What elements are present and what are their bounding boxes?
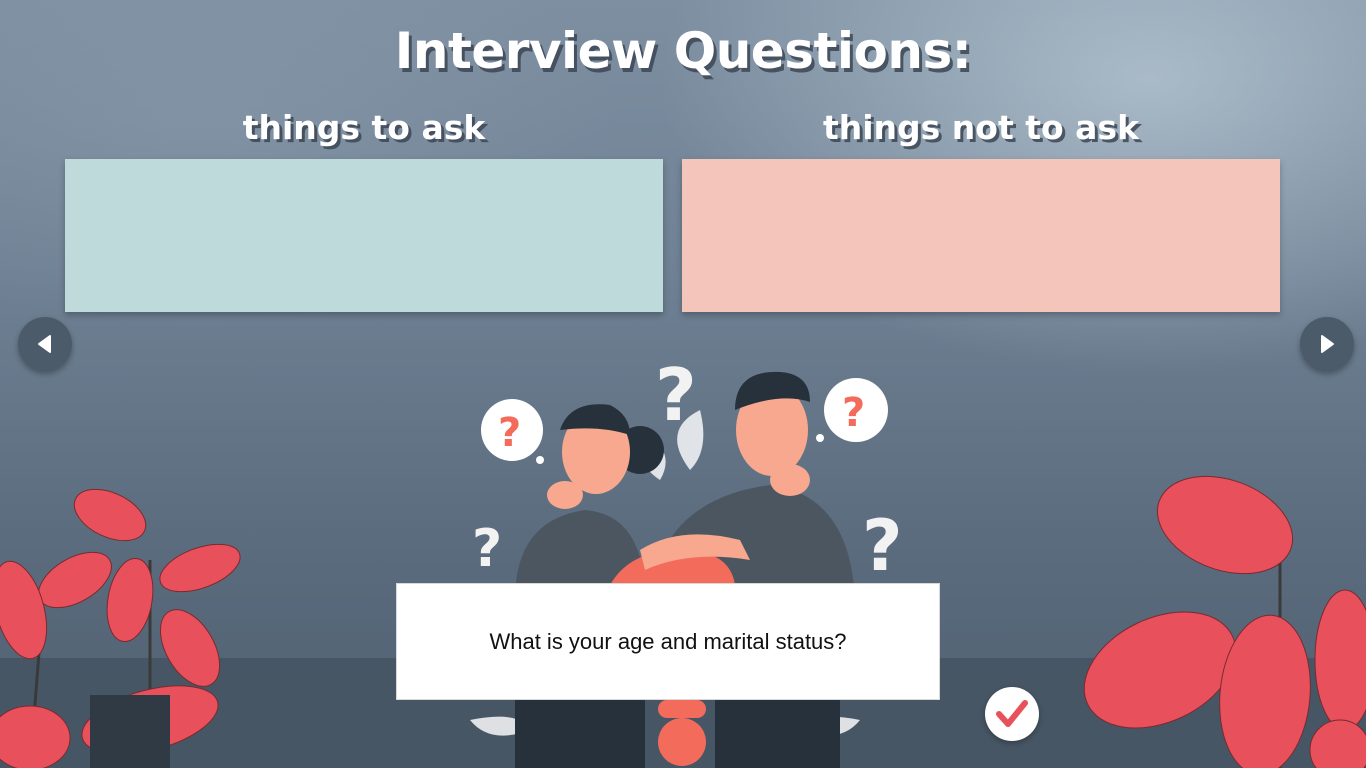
triangle-right-icon — [1321, 335, 1334, 353]
svg-text:?: ? — [498, 410, 521, 456]
man-figure — [610, 371, 855, 600]
svg-text:?: ? — [862, 505, 903, 587]
question-text: What is your age and marital status? — [489, 628, 847, 654]
not-ask-drop-zone[interactable] — [682, 159, 1280, 312]
page-title: Interview Questions: — [394, 22, 972, 80]
previous-button[interactable] — [18, 317, 72, 371]
svg-text:?: ? — [472, 519, 502, 579]
woman-figure — [515, 404, 664, 600]
ask-drop-zone[interactable] — [65, 159, 663, 312]
ask-column-heading: things to ask — [242, 108, 486, 147]
submit-button[interactable] — [985, 687, 1039, 741]
triangle-left-icon — [38, 335, 51, 353]
checkmark-icon — [996, 700, 1028, 727]
svg-text:?: ? — [655, 353, 697, 437]
svg-text:?: ? — [842, 390, 865, 436]
next-button[interactable] — [1300, 317, 1354, 371]
thought-bubble-icon: ? ? — [481, 378, 888, 464]
question-card[interactable]: What is your age and marital status? — [396, 583, 940, 700]
not-ask-column-heading: things not to ask — [822, 108, 1140, 147]
question-marks-icon: ? ? ? — [472, 353, 903, 587]
